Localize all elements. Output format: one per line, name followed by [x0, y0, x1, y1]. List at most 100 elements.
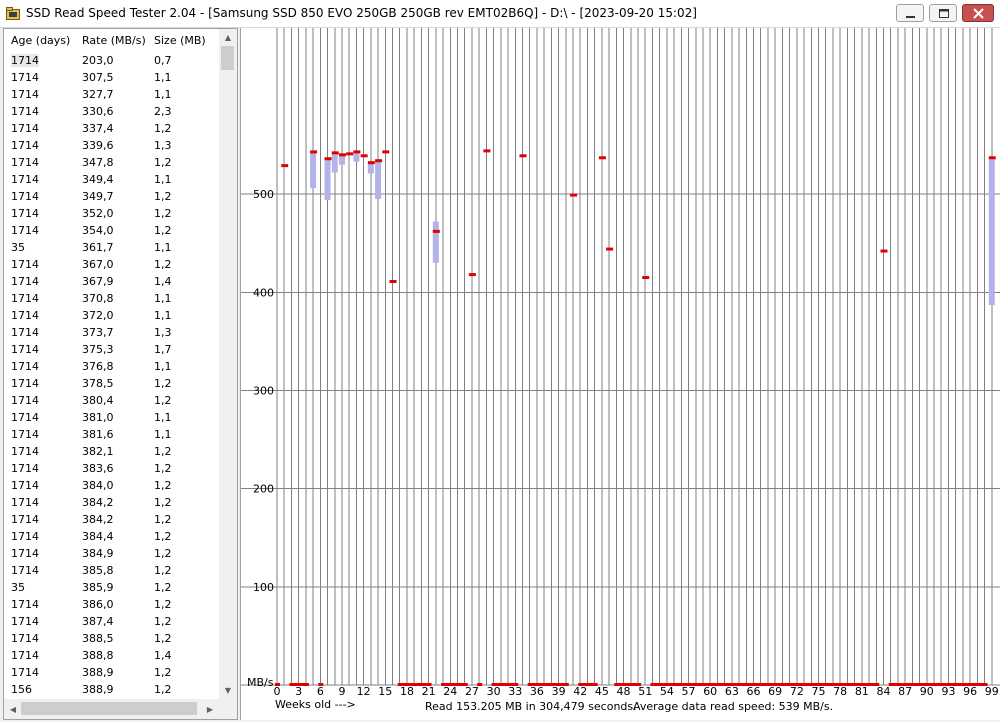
list-row[interactable]: 1714 375,3 1,7 [4, 341, 219, 358]
age-cell: 1714 [11, 360, 39, 373]
rate-cell: 361,7 [82, 241, 114, 254]
list-row[interactable]: 1714 354,0 1,2 [4, 222, 219, 239]
speed-chart-svg: 100200300400500MB/s0 3 6 9 12 15 18 21 24 27 30 33 3… [241, 28, 1000, 698]
size-cell: 1,1 [154, 241, 172, 254]
average-speed-marker [519, 154, 527, 158]
list-row[interactable]: 1714 380,4 1,2 [4, 392, 219, 409]
list-row[interactable]: 1714 388,8 1,4 [4, 647, 219, 664]
rate-cell: 327,7 [82, 88, 114, 101]
rate-cell: 337,4 [82, 122, 114, 135]
list-row[interactable]: 1714 337,4 1,2 [4, 120, 219, 137]
size-cell: 1,4 [154, 649, 172, 662]
x-tick-label: 57 [682, 685, 696, 698]
scroll-up-icon[interactable]: ▲ [219, 29, 237, 46]
list-row[interactable]: 1714 372,0 1,1 [4, 307, 219, 324]
size-cell: 1,1 [154, 309, 172, 322]
rate-cell: 381,6 [82, 428, 114, 441]
list-row[interactable]: 1714 388,9 1,2 [4, 664, 219, 681]
rate-cell: 385,8 [82, 564, 114, 577]
list-row[interactable]: 1714 385,8 1,2 [4, 562, 219, 579]
column-header-size[interactable]: Size (MB) [154, 34, 206, 47]
x-tick-label: 12 [357, 685, 371, 698]
rate-cell: 339,6 [82, 139, 114, 152]
size-cell: 1,7 [154, 343, 172, 356]
x-axis-label: Weeks old ---> [275, 698, 356, 711]
list-row[interactable]: 1714 387,4 1,2 [4, 613, 219, 630]
list-row[interactable]: 1714 384,0 1,2 [4, 477, 219, 494]
column-header-age[interactable]: Age (days) [11, 34, 70, 47]
x-tick-label: 6 [317, 685, 324, 698]
scroll-down-icon[interactable]: ▼ [219, 682, 237, 699]
age-cell: 1714 [11, 496, 39, 509]
age-cell: 1714 [11, 649, 39, 662]
horizontal-scrollbar[interactable]: ◀ ▶ [4, 699, 219, 719]
close-button[interactable] [962, 4, 994, 22]
list-row[interactable]: 1714 327,7 1,1 [4, 86, 219, 103]
maximize-icon [939, 9, 949, 18]
list-row[interactable]: 156 388,9 1,2 [4, 681, 219, 698]
age-cell: 1714 [11, 292, 39, 305]
age-cell: 1714 [11, 343, 39, 356]
size-cell: 1,1 [154, 88, 172, 101]
x-tick-label: 60 [703, 685, 717, 698]
rate-cell: 388,9 [82, 666, 114, 679]
list-row[interactable]: 1714 307,5 1,1 [4, 69, 219, 86]
list-row[interactable]: 1714 349,4 1,1 [4, 171, 219, 188]
average-speed-marker [570, 193, 578, 197]
list-row[interactable]: 1714 376,8 1,1 [4, 358, 219, 375]
average-speed-marker [483, 149, 491, 153]
x-tick-label: 96 [963, 685, 977, 698]
maximize-button[interactable] [929, 4, 957, 22]
list-row[interactable]: 1714 367,0 1,2 [4, 256, 219, 273]
x-tick-label: 0 [274, 685, 281, 698]
size-cell: 1,2 [154, 462, 172, 475]
list-row[interactable]: 1714 339,6 1,3 [4, 137, 219, 154]
speed-range-bar [432, 221, 439, 263]
average-speed-marker [338, 153, 346, 157]
x-tick-label: 27 [465, 685, 479, 698]
age-cell: 1714 [11, 224, 39, 237]
list-row[interactable]: 1714 388,5 1,2 [4, 630, 219, 647]
size-cell: 1,2 [154, 190, 172, 203]
list-row[interactable]: 35 385,9 1,2 [4, 579, 219, 596]
list-row[interactable]: 1714 378,5 1,2 [4, 375, 219, 392]
list-row[interactable]: 1714 384,9 1,2 [4, 545, 219, 562]
list-row[interactable]: 1714 381,0 1,1 [4, 409, 219, 426]
average-speed-marker [606, 247, 614, 251]
list-row[interactable]: 1714 203,0 0,7 [4, 52, 219, 69]
size-cell: 1,1 [154, 428, 172, 441]
list-row[interactable]: 1714 384,2 1,2 [4, 494, 219, 511]
list-row[interactable]: 1714 330,6 2,3 [4, 103, 219, 120]
column-header-rate[interactable]: Rate (MB/s) [82, 34, 146, 47]
horizontal-scroll-thumb[interactable] [21, 702, 197, 715]
age-cell: 1714 [11, 258, 39, 271]
x-tick-label: 99 [985, 685, 999, 698]
speed-range-bar [367, 162, 374, 174]
list-row[interactable]: 1714 386,0 1,2 [4, 596, 219, 613]
vertical-scrollbar[interactable]: ▲ ▼ [219, 29, 237, 699]
list-row[interactable]: 1714 370,8 1,1 [4, 290, 219, 307]
list-row[interactable]: 1714 347,8 1,2 [4, 154, 219, 171]
age-cell: 1714 [11, 411, 39, 424]
average-speed-marker [468, 273, 476, 277]
scroll-left-icon[interactable]: ◀ [4, 701, 22, 718]
list-row[interactable]: 1714 367,9 1,4 [4, 273, 219, 290]
list-row[interactable]: 1714 349,7 1,2 [4, 188, 219, 205]
list-row[interactable]: 35 361,7 1,1 [4, 239, 219, 256]
age-cell: 1714 [11, 598, 39, 611]
list-row[interactable]: 1714 384,2 1,2 [4, 511, 219, 528]
vertical-scroll-thumb[interactable] [221, 46, 234, 70]
list-row[interactable]: 1714 381,6 1,1 [4, 426, 219, 443]
age-cell: 1714 [11, 428, 39, 441]
list-row[interactable]: 1714 384,4 1,2 [4, 528, 219, 545]
list-row[interactable]: 1714 352,0 1,2 [4, 205, 219, 222]
list-row[interactable]: 1714 383,6 1,2 [4, 460, 219, 477]
list-row[interactable]: 1714 373,7 1,3 [4, 324, 219, 341]
scroll-right-icon[interactable]: ▶ [201, 701, 219, 718]
results-list[interactable]: Age (days) Rate (MB/s) Size (MB) 1714 203… [3, 28, 238, 720]
minimize-button[interactable] [896, 4, 924, 22]
speed-range-bar [375, 160, 382, 199]
speed-range-bar [324, 158, 331, 200]
x-tick-label: 15 [378, 685, 392, 698]
list-row[interactable]: 1714 382,1 1,2 [4, 443, 219, 460]
